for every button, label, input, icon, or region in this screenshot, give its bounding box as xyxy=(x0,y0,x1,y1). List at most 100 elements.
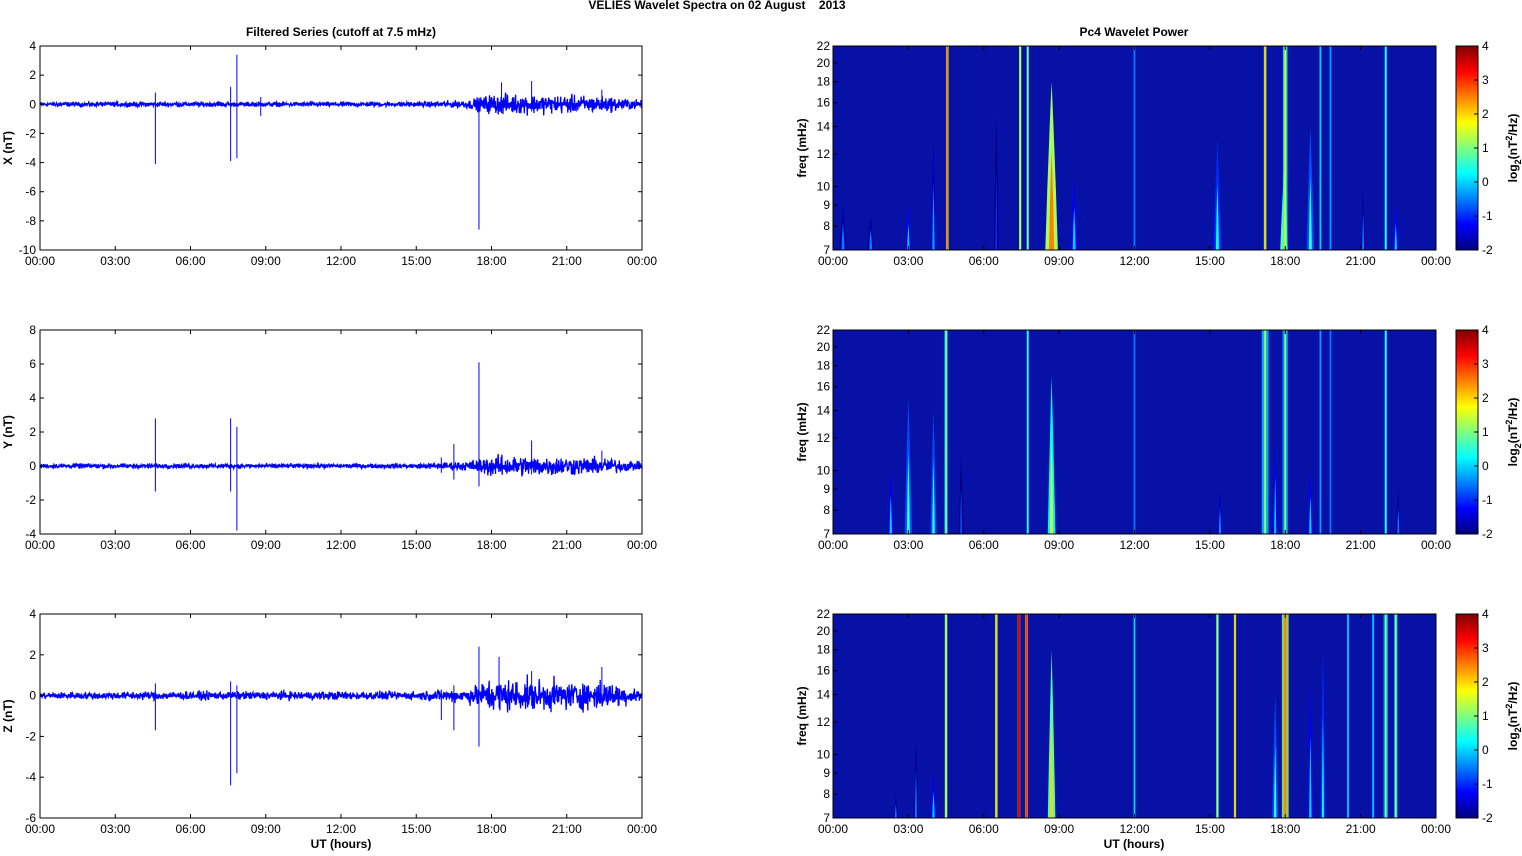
right-column-title: Pc4 Wavelet Power xyxy=(1080,25,1189,39)
figure: VELIES Wavelet Spectra on 02 August 2013… xyxy=(1,0,1522,851)
y-tick-label: 20 xyxy=(817,340,831,354)
y-tick-label: -2 xyxy=(25,126,36,140)
x-tick-label: 15:00 xyxy=(401,822,431,836)
spectrum-panel-2: 78910121416182022freq (mHz)00:00 03:00 06:… xyxy=(795,323,1522,552)
axes-box xyxy=(39,613,643,819)
y-tick-label: 6 xyxy=(29,357,36,371)
colorbar-tick-label: -2 xyxy=(1482,243,1493,257)
spectrum-streak-core xyxy=(945,614,947,818)
colorbar-tick-label: 2 xyxy=(1482,107,1489,121)
spectrum-streak-core xyxy=(1319,46,1322,250)
colorbar-tick-label: 0 xyxy=(1482,743,1489,757)
spectrum-streak-core xyxy=(1384,330,1387,534)
spectrum-streak-core xyxy=(1284,614,1287,818)
colorbar-tick-label: -1 xyxy=(1482,209,1493,223)
x-tick-label: 12:00 xyxy=(1119,538,1149,552)
colorbar-label: log2(nT2/Hz) xyxy=(1504,114,1522,183)
colorbar-tick-label: -2 xyxy=(1482,527,1493,541)
colorbar-tick-label: 4 xyxy=(1482,323,1489,337)
y-tick-label: 8 xyxy=(29,323,36,337)
y-tick-label: 20 xyxy=(817,624,831,638)
x-tick-label: 03:00 xyxy=(893,822,923,836)
x-tick-label: 15:00 xyxy=(401,254,431,268)
y-tick-label: 18 xyxy=(817,643,831,657)
y-tick-label: 0 xyxy=(29,459,36,473)
colorbar-tick-label: 3 xyxy=(1482,357,1489,371)
x-tick-label: 00:00 xyxy=(1421,822,1451,836)
timeseries-panel-z: -6-4-2024Z (nT)00:00 03:00 06:00 09:00 12:00… xyxy=(1,607,657,836)
colorbar-tick-label: 3 xyxy=(1482,73,1489,87)
y-axis-label: freq (mHz) xyxy=(795,118,809,177)
y-tick-label: 22 xyxy=(817,323,831,337)
y-tick-label: 12 xyxy=(817,147,831,161)
x-tick-label: 00:00 xyxy=(25,538,55,552)
colorbar-label-part: (nT xyxy=(1506,424,1520,443)
spectrum-streak-core xyxy=(946,46,949,250)
colorbar-label-part: /Hz) xyxy=(1506,398,1520,420)
y-tick-label: 16 xyxy=(817,380,831,394)
colorbar-tick-label: 1 xyxy=(1482,709,1489,723)
spectrum-streak-core xyxy=(1372,614,1375,818)
y-tick-label: 20 xyxy=(817,56,831,70)
y-tick-label: 4 xyxy=(29,391,36,405)
y-tick-label: 10 xyxy=(817,747,831,761)
colorbar-label-part: log xyxy=(1506,164,1520,182)
x-tick-label: 06:00 xyxy=(969,254,999,268)
y-axis-label: freq (mHz) xyxy=(795,402,809,461)
axes-box xyxy=(39,329,643,535)
x-tick-label: 00:00 xyxy=(1421,254,1451,268)
y-tick-label: 14 xyxy=(817,404,831,418)
x-tick-label: 18:00 xyxy=(1270,822,1300,836)
x-tick-label: 00:00 xyxy=(818,538,848,552)
x-tick-label: 06:00 xyxy=(175,538,205,552)
x-tick-label: 00:00 xyxy=(25,254,55,268)
figure-title: VELIES Wavelet Spectra on 02 August 2013 xyxy=(588,0,846,12)
y-tick-label: 18 xyxy=(817,359,831,373)
y-tick-label: 9 xyxy=(823,766,830,780)
x-tick-label: 12:00 xyxy=(1119,822,1149,836)
x-tick-label: 03:00 xyxy=(893,254,923,268)
spectrum-streak-core xyxy=(1384,46,1387,250)
y-tick-label: 4 xyxy=(29,39,36,53)
y-tick-label: 18 xyxy=(817,75,831,89)
y-tick-label: 22 xyxy=(817,39,831,53)
x-tick-label: 00:00 xyxy=(818,822,848,836)
spectrum-streak-core xyxy=(1133,46,1136,250)
y-tick-label: 12 xyxy=(817,715,831,729)
spectrum-streak-core xyxy=(1026,46,1029,250)
right-xlabel: UT (hours) xyxy=(1104,837,1165,851)
spectrum-streak-core xyxy=(1347,614,1349,818)
x-tick-label: 06:00 xyxy=(969,538,999,552)
left-xlabel: UT (hours) xyxy=(311,837,372,851)
y-axis-label: X (nT) xyxy=(1,131,15,165)
colorbar-tick-label: 1 xyxy=(1482,425,1489,439)
colorbar-tick-label: 3 xyxy=(1482,641,1489,655)
x-tick-label: 18:00 xyxy=(476,822,506,836)
x-tick-label: 06:00 xyxy=(175,254,205,268)
colorbar-label-part: log xyxy=(1506,732,1520,750)
y-tick-label: -2 xyxy=(25,729,36,743)
timeseries-panel-x: -10-8-6-4-2024X (nT)00:00 03:00 06:00 09:00… xyxy=(1,39,657,268)
colorbar-label-part: (nT xyxy=(1506,140,1520,159)
x-tick-label: 09:00 xyxy=(1044,538,1074,552)
x-tick-label: 21:00 xyxy=(1346,254,1376,268)
x-tick-label: 21:00 xyxy=(552,538,582,552)
x-tick-label: 09:00 xyxy=(251,254,281,268)
y-axis-label: Y (nT) xyxy=(1,415,15,449)
colorbar-label: log2(nT2/Hz) xyxy=(1504,398,1522,467)
x-tick-label: 00:00 xyxy=(627,538,657,552)
timeseries-panel-y: -4-202468Y (nT)00:00 03:00 06:00 09:00 12:00… xyxy=(1,323,657,552)
x-tick-label: 21:00 xyxy=(552,822,582,836)
colorbar-label-part: /Hz) xyxy=(1506,682,1520,704)
colorbar: -2 -1 0 1 2 3 4 log2(nT2/Hz) xyxy=(1455,607,1522,825)
x-tick-label: 15:00 xyxy=(401,538,431,552)
x-tick-label: 21:00 xyxy=(1346,822,1376,836)
series-line xyxy=(39,674,643,713)
x-tick-label: 09:00 xyxy=(1044,254,1074,268)
y-tick-label: 8 xyxy=(823,787,830,801)
x-tick-label: 00:00 xyxy=(25,822,55,836)
colorbar-label-part: log xyxy=(1506,448,1520,466)
spectrum-streak-core xyxy=(1026,330,1029,534)
spectrum-streak-core xyxy=(1133,330,1136,534)
colorbar-tick-label: 4 xyxy=(1482,39,1489,53)
